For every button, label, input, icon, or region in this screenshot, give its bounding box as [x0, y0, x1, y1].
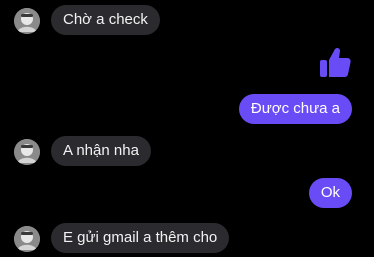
message-text: Chờ a check [63, 11, 148, 28]
thumbs-up-icon[interactable] [318, 46, 352, 80]
avatar-image-icon [14, 139, 40, 165]
message-bubble-incoming[interactable]: Chờ a check [51, 5, 160, 35]
message-bubble-outgoing[interactable]: Ok [308, 178, 352, 208]
contact-avatar[interactable] [14, 226, 40, 252]
message-text: Được chưa a [250, 100, 340, 117]
contact-avatar[interactable] [14, 139, 40, 165]
avatar-image-icon [14, 8, 40, 34]
avatar-image-icon [14, 226, 40, 252]
contact-avatar[interactable] [14, 8, 40, 34]
chat-thread: Chờ a check Được chưa a A nhận nha Ok E … [0, 0, 374, 257]
message-bubble-incoming[interactable]: E gửi gmail a thêm cho [51, 223, 230, 253]
message-text: E gửi gmail a thêm cho [63, 229, 218, 246]
message-bubble-incoming[interactable]: A nhận nha [51, 136, 151, 166]
message-text: A nhận nha [63, 142, 139, 159]
message-bubble-outgoing[interactable]: Được chưa a [238, 94, 352, 124]
message-text: Ok [320, 184, 340, 201]
